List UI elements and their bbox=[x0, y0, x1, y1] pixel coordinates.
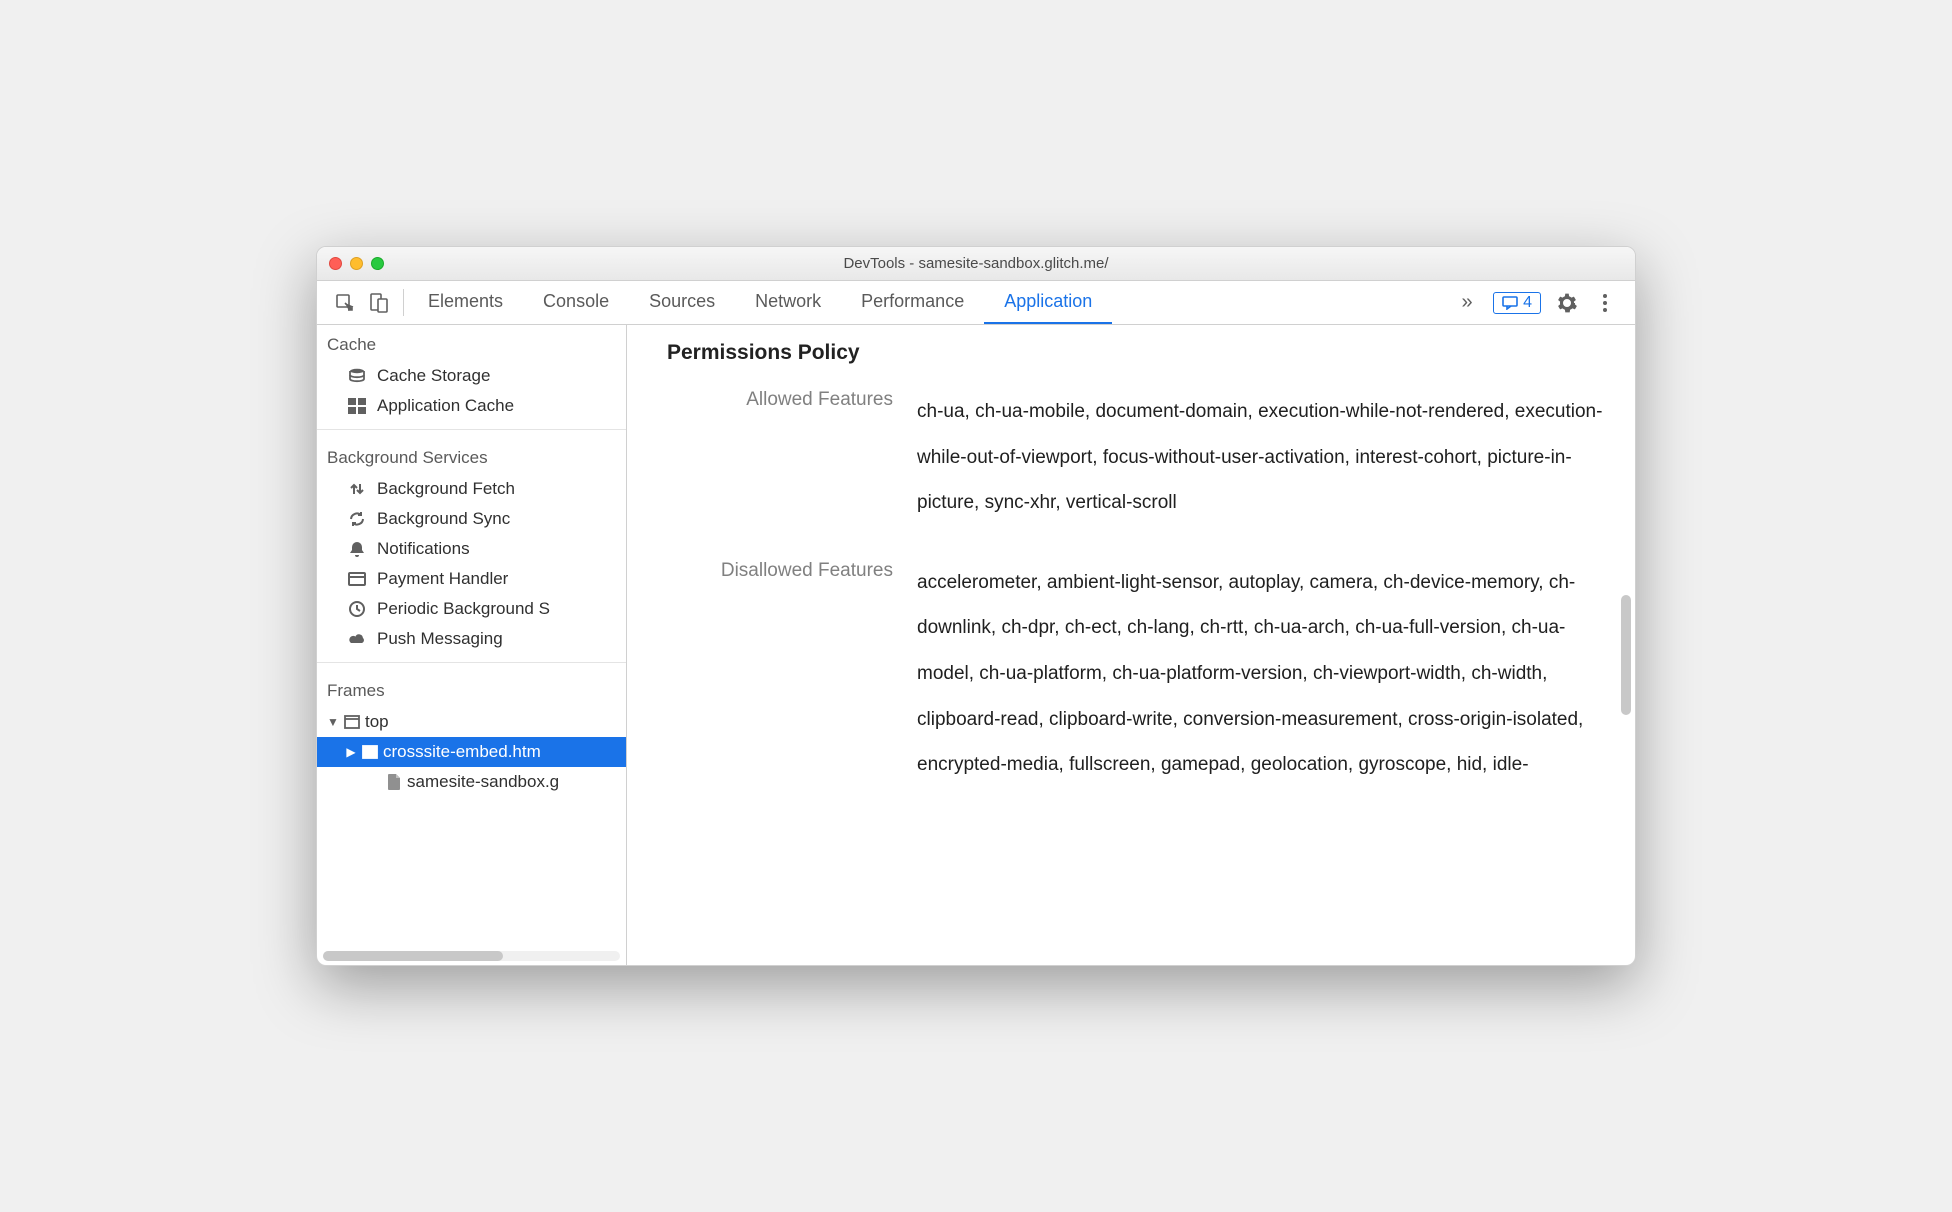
tree-row-label: samesite-sandbox.g bbox=[407, 772, 559, 792]
frame-tree-row[interactable]: samesite-sandbox.g bbox=[317, 767, 626, 797]
tree-row-label: crosssite-embed.htm bbox=[383, 742, 541, 762]
window-icon bbox=[343, 713, 361, 731]
sidebar-item-payment-handler[interactable]: Payment Handler bbox=[317, 564, 626, 594]
feature-row: Allowed Featuresch-ua, ch-ua-mobile, doc… bbox=[667, 389, 1605, 526]
feature-label: Allowed Features bbox=[667, 389, 917, 526]
sidebar-item-push-messaging[interactable]: Push Messaging bbox=[317, 624, 626, 654]
sidebar-hscrollbar[interactable] bbox=[323, 951, 620, 961]
db-icon bbox=[347, 366, 367, 386]
cloud-icon bbox=[347, 629, 367, 649]
sidebar-item-label: Background Sync bbox=[377, 509, 510, 529]
main-vscrollbar[interactable] bbox=[1621, 335, 1631, 955]
sidebar-item-cache-storage[interactable]: Cache Storage bbox=[317, 361, 626, 391]
feature-label: Disallowed Features bbox=[667, 560, 917, 788]
main-panel: Permissions Policy Allowed Featuresch-ua… bbox=[627, 325, 1635, 965]
clock-icon bbox=[347, 599, 367, 619]
feature-row: Disallowed Featuresaccelerometer, ambien… bbox=[667, 560, 1605, 788]
overflow-tabs-button[interactable]: » bbox=[1455, 291, 1479, 315]
tree-row-label: top bbox=[365, 712, 389, 732]
sidebar-item-background-fetch[interactable]: Background Fetch bbox=[317, 474, 626, 504]
frame-tree-row[interactable]: ▼ top bbox=[317, 707, 626, 737]
separator bbox=[317, 429, 626, 430]
zoom-window-button[interactable] bbox=[371, 257, 384, 270]
device-toggle-icon[interactable] bbox=[367, 291, 391, 315]
separator bbox=[317, 662, 626, 663]
titlebar: DevTools - samesite-sandbox.glitch.me/ bbox=[317, 247, 1635, 281]
message-icon bbox=[1502, 296, 1518, 310]
sidebar-item-periodic-background-s[interactable]: Periodic Background S bbox=[317, 594, 626, 624]
sidebar-item-application-cache[interactable]: Application Cache bbox=[317, 391, 626, 421]
sidebar-item-label: Application Cache bbox=[377, 396, 514, 416]
section-header: Background Services bbox=[317, 438, 626, 474]
window-title: DevTools - samesite-sandbox.glitch.me/ bbox=[317, 255, 1635, 272]
disclosure-triangle[interactable]: ▶ bbox=[345, 745, 357, 759]
devtools-window: DevTools - samesite-sandbox.glitch.me/ E… bbox=[316, 246, 1636, 966]
sidebar-item-label: Periodic Background S bbox=[377, 599, 550, 619]
section-header: Frames bbox=[317, 671, 626, 707]
settings-icon[interactable] bbox=[1555, 291, 1579, 315]
disclosure-triangle[interactable]: ▼ bbox=[327, 715, 339, 729]
tab-elements[interactable]: Elements bbox=[408, 281, 523, 324]
messages-count: 4 bbox=[1523, 294, 1532, 312]
divider bbox=[403, 289, 404, 316]
file-icon bbox=[385, 773, 403, 791]
bell-icon bbox=[347, 539, 367, 559]
inspect-icon[interactable] bbox=[333, 291, 357, 315]
frame-icon bbox=[361, 743, 379, 761]
close-window-button[interactable] bbox=[329, 257, 342, 270]
updown-icon bbox=[347, 479, 367, 499]
sidebar-item-notifications[interactable]: Notifications bbox=[317, 534, 626, 564]
tab-performance[interactable]: Performance bbox=[841, 281, 984, 324]
sidebar-item-label: Background Fetch bbox=[377, 479, 515, 499]
traffic-lights bbox=[329, 257, 384, 270]
minimize-window-button[interactable] bbox=[350, 257, 363, 270]
sidebar-item-label: Push Messaging bbox=[377, 629, 503, 649]
sidebar-item-label: Payment Handler bbox=[377, 569, 508, 589]
tab-application[interactable]: Application bbox=[984, 281, 1112, 324]
feature-value: ch-ua, ch-ua-mobile, document-domain, ex… bbox=[917, 389, 1605, 526]
section-heading: Permissions Policy bbox=[667, 341, 1605, 365]
section-header: Cache bbox=[317, 325, 626, 361]
tab-network[interactable]: Network bbox=[735, 281, 841, 324]
grid-icon bbox=[347, 396, 367, 416]
feature-value: accelerometer, ambient-light-sensor, aut… bbox=[917, 560, 1605, 788]
sync-icon bbox=[347, 509, 367, 529]
card-icon bbox=[347, 569, 367, 589]
messages-badge[interactable]: 4 bbox=[1493, 292, 1541, 314]
kebab-menu-icon[interactable] bbox=[1593, 291, 1617, 315]
tab-console[interactable]: Console bbox=[523, 281, 629, 324]
sidebar-item-background-sync[interactable]: Background Sync bbox=[317, 504, 626, 534]
sidebar: Cache Cache Storage Application Cache Backg… bbox=[317, 325, 627, 965]
frame-tree-row[interactable]: ▶ crosssite-embed.htm bbox=[317, 737, 626, 767]
tab-sources[interactable]: Sources bbox=[629, 281, 735, 324]
devtools-tabbar: ElementsConsoleSourcesNetworkPerformance… bbox=[317, 281, 1635, 325]
sidebar-item-label: Cache Storage bbox=[377, 366, 490, 386]
sidebar-item-label: Notifications bbox=[377, 539, 470, 559]
